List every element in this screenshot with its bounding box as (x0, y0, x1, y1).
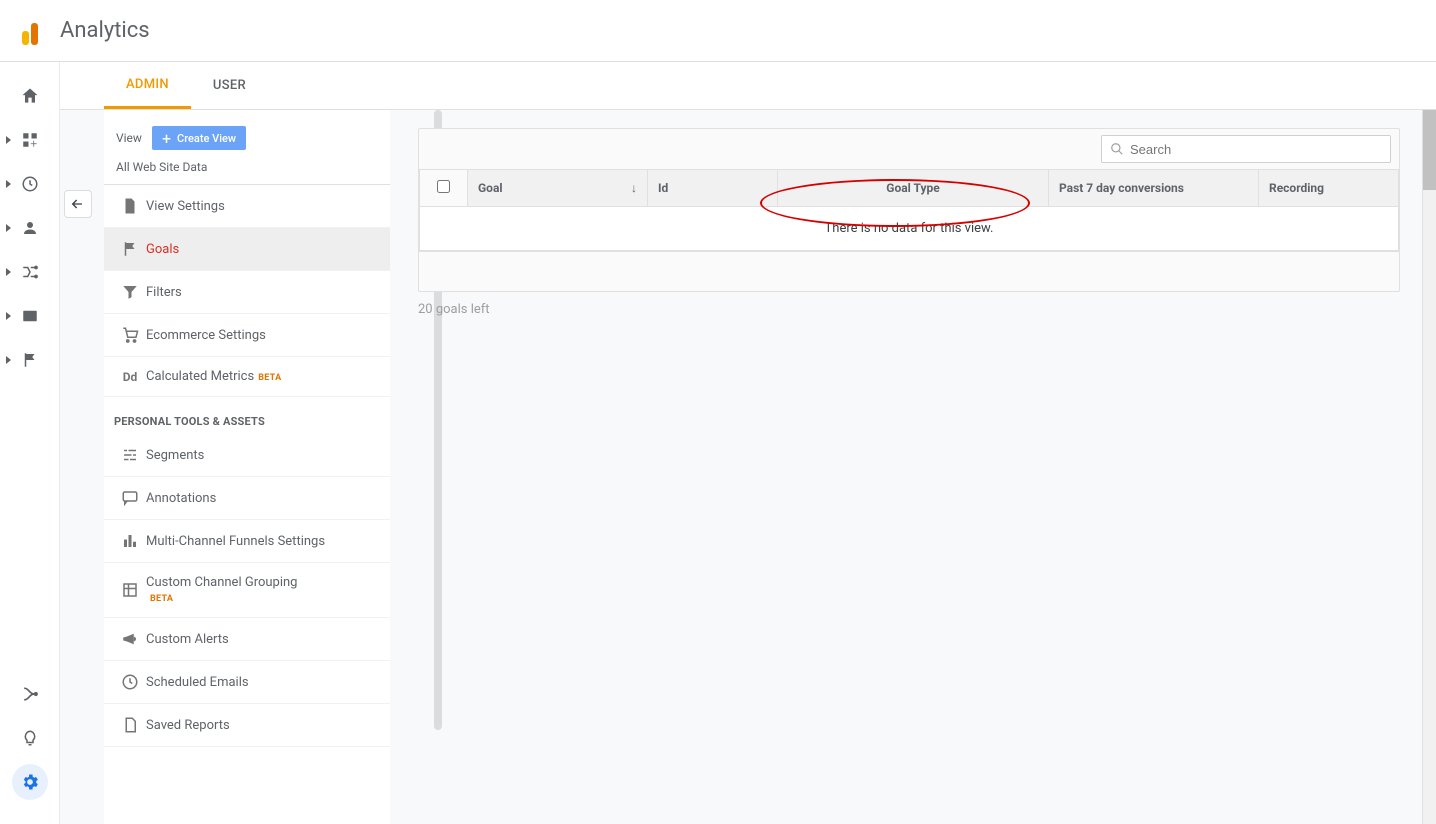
selected-view-name[interactable]: All Web Site Data (104, 160, 390, 185)
goals-table: Goal↓ Id Goal Type Past 7 day conversion… (419, 169, 1399, 251)
tab-user[interactable]: USER (191, 62, 268, 109)
goals-empty-message: There is no data for this view. (420, 207, 1399, 251)
search-icon (1110, 142, 1124, 156)
barchart-icon (114, 532, 146, 550)
tab-admin[interactable]: ADMIN (104, 62, 191, 109)
rail-home[interactable] (12, 78, 48, 114)
grouping-icon (114, 581, 146, 599)
admin-item-calcmetrics[interactable]: Dd Calculated MetricsBETA (104, 357, 390, 397)
rail-realtime[interactable] (12, 166, 48, 202)
admin-item-custom-alerts[interactable]: Custom Alerts (104, 618, 390, 661)
analytics-logo-icon (16, 17, 44, 45)
admin-item-scheduled-emails[interactable]: Scheduled Emails (104, 661, 390, 704)
admin-item-label: Filters (146, 285, 182, 300)
admin-item-ecommerce[interactable]: Ecommerce Settings (104, 314, 390, 357)
admin-item-label: Multi-Channel Funnels Settings (146, 534, 325, 549)
select-all-checkbox[interactable] (437, 180, 450, 193)
admin-section-personal: PERSONAL TOOLS & ASSETS (104, 397, 390, 434)
goals-select-all[interactable] (420, 170, 468, 207)
create-view-button[interactable]: + Create View (152, 126, 246, 150)
rail-conversions[interactable] (12, 342, 48, 378)
admin-item-label: Calculated MetricsBETA (146, 369, 281, 384)
col-id[interactable]: Id (648, 170, 778, 207)
dd-icon: Dd (114, 370, 146, 384)
col-conversions[interactable]: Past 7 day conversions (1049, 170, 1259, 207)
funnel-icon (114, 283, 146, 301)
megaphone-icon (114, 630, 146, 648)
rail-audience[interactable] (12, 210, 48, 246)
col-recording[interactable]: Recording (1259, 170, 1399, 207)
col-goal-type[interactable]: Goal Type (778, 170, 1049, 207)
rail-attribution[interactable] (12, 676, 48, 712)
admin-item-annotations[interactable]: Annotations (104, 477, 390, 520)
app-title: Analytics (60, 18, 150, 43)
col-goal[interactable]: Goal↓ (468, 170, 648, 207)
goals-panel-area: Goal↓ Id Goal Type Past 7 day conversion… (390, 110, 1422, 824)
admin-item-label: Annotations (146, 491, 216, 506)
admin-item-mcf[interactable]: Multi-Channel Funnels Settings (104, 520, 390, 563)
admin-item-label: Saved Reports (146, 718, 230, 733)
admin-item-label: Segments (146, 448, 204, 463)
admin-item-label: Ecommerce Settings (146, 328, 266, 343)
admin-item-saved-reports[interactable]: Saved Reports (104, 704, 390, 747)
admin-item-filters[interactable]: Filters (104, 271, 390, 314)
admin-item-label: View Settings (146, 199, 225, 214)
back-button[interactable] (64, 190, 92, 218)
main-scrollbar[interactable] (1422, 110, 1436, 824)
admin-item-view-settings[interactable]: View Settings (104, 185, 390, 228)
goals-search-input[interactable] (1130, 142, 1382, 157)
rail-acquisition[interactable] (12, 254, 48, 290)
view-column-label: View (116, 131, 142, 145)
comment-icon (114, 489, 146, 507)
rail-discover[interactable] (12, 720, 48, 756)
create-view-label: Create View (177, 132, 236, 145)
admin-item-label: Custom Alerts (146, 632, 229, 647)
goals-remaining-label: 20 goals left (418, 302, 1400, 317)
flag-icon (114, 240, 146, 258)
segments-icon (114, 446, 146, 464)
rail-admin[interactable] (12, 764, 48, 800)
document-icon (114, 197, 146, 215)
goals-search[interactable] (1101, 135, 1391, 163)
app-header: Analytics (0, 0, 1436, 62)
file-icon (114, 716, 146, 734)
admin-tabs: ADMIN USER (60, 62, 1436, 110)
left-nav-rail (0, 62, 60, 824)
sort-down-icon: ↓ (631, 181, 637, 195)
admin-item-goals[interactable]: Goals (104, 228, 390, 271)
rail-custom[interactable] (12, 122, 48, 158)
admin-item-ccg[interactable]: Custom Channel GroupingBETA (104, 563, 390, 618)
cart-icon (114, 326, 146, 344)
admin-item-label: Custom Channel GroupingBETA (146, 575, 298, 605)
admin-view-column: View + Create View All Web Site Data Vie… (104, 110, 390, 824)
admin-item-label: Goals (146, 242, 179, 257)
clock-icon (114, 673, 146, 691)
admin-item-segments[interactable]: Segments (104, 434, 390, 477)
admin-item-label: Scheduled Emails (146, 675, 249, 690)
rail-behavior[interactable] (12, 298, 48, 334)
plus-icon: + (162, 129, 171, 148)
